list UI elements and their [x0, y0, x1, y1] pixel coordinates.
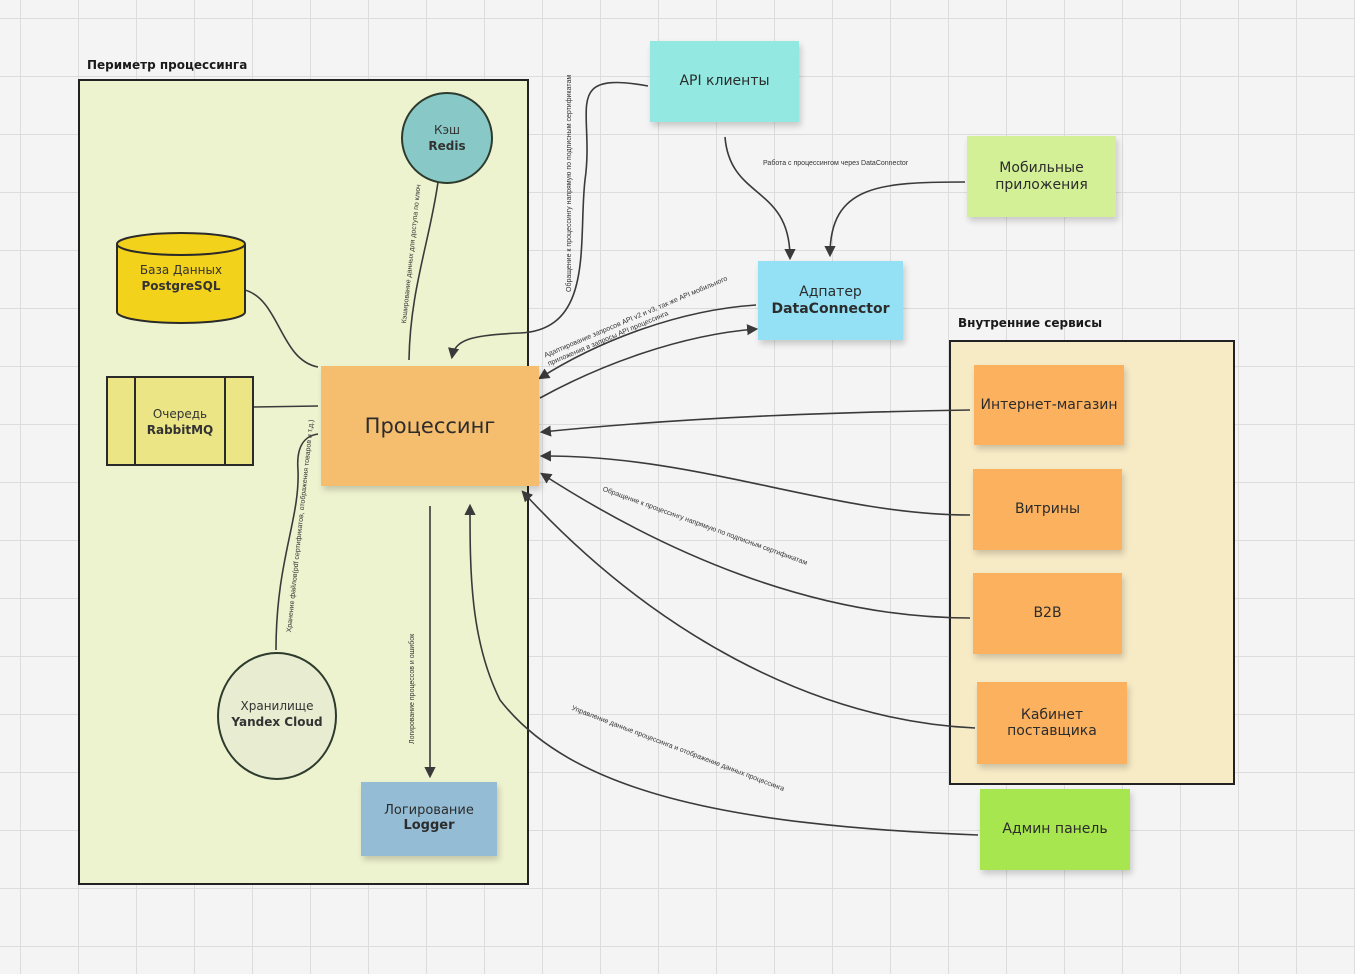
adapter-dataconnector-node[interactable]: Адпатер DataConnector	[758, 261, 903, 340]
internet-shop-node[interactable]: Интернет-магазин	[974, 365, 1124, 445]
storage-line2: Yandex Cloud	[231, 715, 323, 730]
showcases-label: Витрины	[1014, 501, 1081, 518]
mobile-label: Мобильные приложения	[995, 160, 1088, 193]
processing-node[interactable]: Процессинг	[321, 366, 539, 486]
adapter-line1: Адпатер	[799, 284, 862, 301]
redis-line2: Redis	[428, 139, 466, 154]
adapter-line2: DataConnector	[771, 300, 890, 317]
edge-showcases	[539, 450, 971, 516]
rabbitmq-line1: Очередь	[152, 407, 208, 421]
shop-label: Интернет-магазин	[980, 396, 1118, 413]
edge-db	[244, 289, 319, 368]
processing-label: Процессинг	[364, 413, 496, 438]
label-api-direct: Обращение к процессингу напрямую по подп…	[566, 74, 573, 292]
label-logging-edge: Логирование процессов и ошибок	[409, 633, 416, 744]
label-adapter-work: Работа с процессингом через DataConnecto…	[763, 160, 909, 167]
rabbitmq-line2: RabbitMQ	[146, 423, 214, 438]
api-clients-node[interactable]: API клиенты	[650, 41, 799, 122]
rabbitmq-queue-node[interactable]: Очередь RabbitMQ	[106, 376, 254, 466]
edge-queue	[253, 405, 319, 408]
postgres-line2: PostgreSQL	[141, 279, 221, 294]
redis-line1: Кэш	[433, 123, 461, 137]
logger-node[interactable]: Логирование Logger	[361, 782, 497, 856]
connectors	[244, 81, 979, 836]
supplier-label: Кабинет поставщика	[1007, 706, 1097, 739]
postgres-db-node[interactable]: База Данных PostgreSQL	[116, 232, 246, 324]
showcases-node[interactable]: Витрины	[973, 469, 1122, 550]
yandex-storage-node[interactable]: Хранилище Yandex Cloud	[217, 652, 337, 780]
b2b-label: B2B	[1033, 605, 1062, 622]
logger-line1: Логирование	[384, 803, 474, 819]
b2b-node[interactable]: B2B	[973, 573, 1122, 654]
edge-api-adapter	[724, 136, 796, 261]
edge-shop	[539, 409, 971, 437]
supplier-cabinet-node[interactable]: Кабинет поставщика	[977, 682, 1127, 764]
mobile-apps-node[interactable]: Мобильные приложения	[967, 136, 1116, 217]
admin-label: Админ панель	[1002, 821, 1108, 838]
edge-admin	[464, 503, 979, 836]
logger-line2: Logger	[403, 818, 455, 833]
api-clients-label: API клиенты	[679, 73, 770, 90]
edge-mobile-adapter	[824, 181, 966, 258]
admin-panel-node[interactable]: Админ панель	[980, 789, 1130, 870]
storage-line1: Хранилище	[240, 699, 314, 713]
postgres-line1: База Данных	[139, 263, 223, 277]
edge-supplier	[521, 490, 976, 729]
redis-cache-node[interactable]: Кэш Redis	[401, 92, 493, 184]
